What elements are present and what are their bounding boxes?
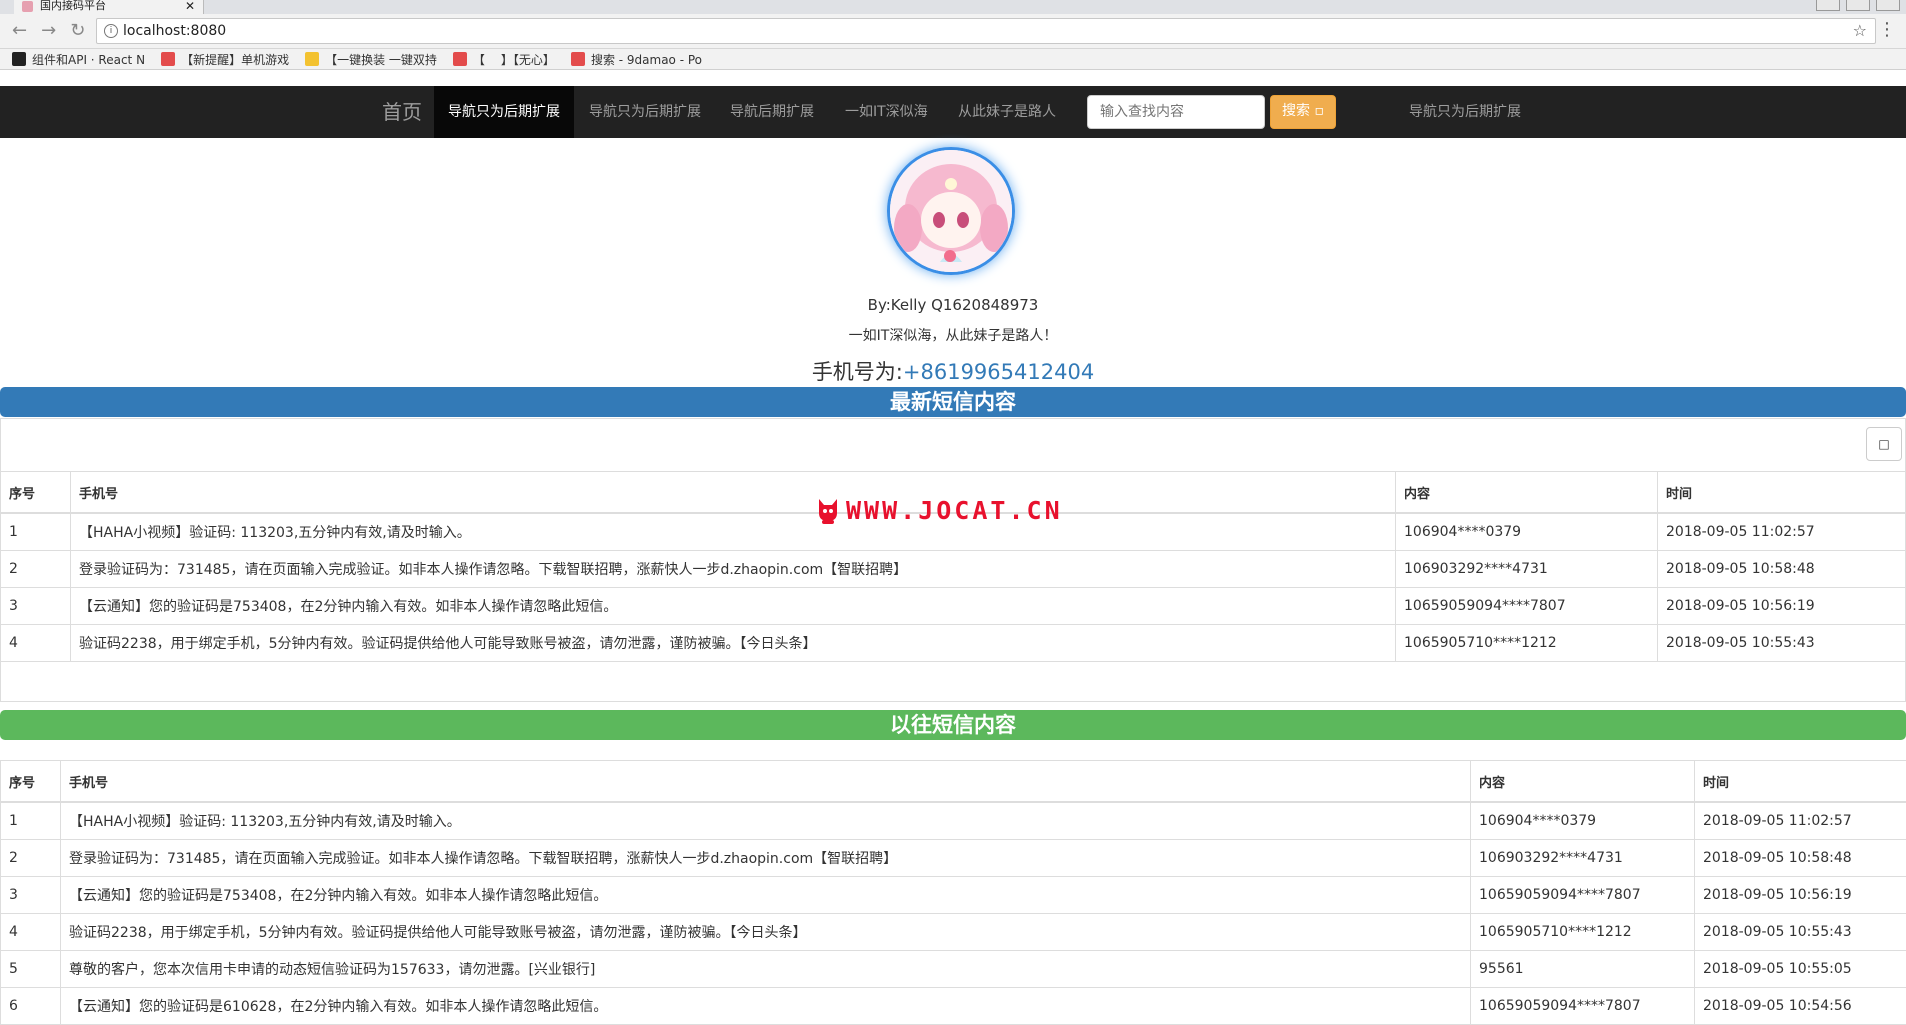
nav-item-5[interactable]: 从此妹子是路人 [944, 86, 1070, 138]
nav-item-1[interactable]: 导航只为后期扩展 [434, 86, 574, 138]
site-navbar: 首页 导航只为后期扩展 导航只为后期扩展 导航后期扩展 一如IT深似海 从此妹子… [0, 86, 1906, 138]
nav-brand-home[interactable]: 首页 [382, 86, 422, 138]
site-favicon-icon [22, 1, 33, 12]
row-index: 4 [1, 914, 61, 951]
table-row: 2 登录验证码为：731485，请在页面输入完成验证。如非本人操作请忽略。下载智… [1, 840, 1906, 877]
motto-text: 一如IT深似海，从此妹子是路人！ [0, 325, 1906, 345]
sender-number: 106904****0379 [1471, 802, 1695, 840]
bookmark-item[interactable]: 组件和API · React N [12, 51, 145, 68]
info-icon[interactable]: i [104, 24, 118, 38]
sms-content: 【云通知】您的验证码是610628，在2分钟内输入有效。如非本人操作请忽略此短信… [61, 988, 1471, 1025]
minimize-icon[interactable] [1816, 0, 1840, 11]
maximize-icon[interactable] [1846, 0, 1870, 11]
sms-time: 2018-09-05 11:02:57 [1695, 802, 1906, 840]
window-controls [1816, 0, 1900, 11]
column-header[interactable]: 内容 [1471, 761, 1695, 803]
sms-content: 尊敬的客户，您本次信用卡申请的动态短信验证码为157633，请勿泄露。[兴业银行… [61, 951, 1471, 988]
cat-logo-icon [816, 495, 840, 525]
address-bar-row: ← → ↻ i localhost:8080 ☆ ⋮ [0, 14, 1906, 49]
sender-number: 95561 [1471, 951, 1695, 988]
avatar [887, 147, 1015, 275]
cat-favicon-icon [571, 52, 585, 66]
tab-title: 国内接码平台 [40, 0, 106, 12]
close-window-icon[interactable] [1876, 0, 1900, 11]
browser-menu-icon[interactable]: ⋮ [1878, 19, 1896, 40]
anime-avatar-icon [890, 150, 1012, 272]
row-index: 5 [1, 951, 61, 988]
search-button[interactable]: 搜索 ▫ [1270, 95, 1336, 129]
bookmark-item[interactable]: 【 [453, 51, 485, 68]
phone-line: 手机号为:+8619965412404 [0, 356, 1906, 386]
react-favicon-icon [12, 52, 26, 66]
sms-content: 【云通知】您的验证码是753408，在2分钟内输入有效。如非本人操作请忽略此短信… [61, 877, 1471, 914]
latest-sms-header: 最新短信内容 [0, 387, 1906, 417]
browser-tab-strip: 国内接码平台 ✕ [0, 0, 1906, 14]
close-tab-icon[interactable]: ✕ [185, 0, 195, 12]
table-row: 1 【HAHA小视频】验证码: 113203,五分钟内有效,请及时输入。 106… [1, 802, 1906, 840]
sms-content: 【HAHA小视频】验证码: 113203,五分钟内有效,请及时输入。 [61, 802, 1471, 840]
sender-number: 1065905710****1212 [1471, 914, 1695, 951]
table-row: 6 【云通知】您的验证码是610628，在2分钟内输入有效。如非本人操作请忽略此… [1, 988, 1906, 1025]
sms-time: 2018-09-05 10:56:19 [1695, 877, 1906, 914]
table-row: 3 【云通知】您的验证码是753408，在2分钟内输入有效。如非本人操作请忽略此… [1, 877, 1906, 914]
bookmarks-bar: 组件和API · React N 【新提醒】单机游戏 【一键换装 一键双持 【 … [0, 49, 1906, 70]
nav-item-right[interactable]: 导航只为后期扩展 [1395, 86, 1535, 138]
history-sms-header: 以往短信内容 [0, 710, 1906, 740]
sms-time: 2018-09-05 10:55:05 [1695, 951, 1906, 988]
column-header[interactable]: 时间 [1695, 761, 1906, 803]
sender-number: 106903292****4731 [1471, 840, 1695, 877]
table-header-row: 序号 手机号 内容 时间 [1, 761, 1906, 803]
bookmark-star-icon[interactable]: ☆ [1853, 19, 1867, 43]
nav-item-3[interactable]: 导航后期扩展 [716, 86, 828, 138]
sms-content: 登录验证码为：731485，请在页面输入完成验证。如非本人操作请忽略。下载智联招… [61, 840, 1471, 877]
nav-item-4[interactable]: 一如IT深似海 [831, 86, 942, 138]
bookmark-item[interactable]: 【一键换装 一键双持 [305, 51, 437, 68]
row-index: 1 [1, 802, 61, 840]
table-row: 4 验证码2238，用于绑定手机，5分钟内有效。验证码提供给他人可能导致账号被盗… [1, 914, 1906, 951]
watermark-text: WWW.JOCAT.CN [846, 496, 1063, 525]
history-sms-table: 序号 手机号 内容 时间 1 【HAHA小视频】验证码: 113203,五分钟内… [0, 760, 1906, 1025]
sender-number: 10659059094****7807 [1471, 988, 1695, 1025]
sender-number: 10659059094****7807 [1471, 877, 1695, 914]
bookmark-item[interactable]: 【新提醒】单机游戏 [161, 51, 289, 68]
url-input[interactable]: i localhost:8080 ☆ [96, 18, 1876, 44]
nav-item-2[interactable]: 导航只为后期扩展 [575, 86, 715, 138]
bookmark-item[interactable]: 】【无心】 [501, 51, 555, 68]
table-row: 5 尊敬的客户，您本次信用卡申请的动态短信验证码为157633，请勿泄露。[兴业… [1, 951, 1906, 988]
cat-favicon-icon [161, 52, 175, 66]
search-input[interactable] [1087, 95, 1265, 129]
column-header[interactable]: 序号 [1, 761, 61, 803]
cat-favicon-icon [453, 52, 467, 66]
reload-icon[interactable]: ↻ [70, 20, 85, 41]
back-icon[interactable]: ← [12, 20, 27, 41]
author-byline: By:Kelly Q1620848973 [0, 296, 1906, 314]
sms-time: 2018-09-05 10:58:48 [1695, 840, 1906, 877]
trophy-favicon-icon [305, 52, 319, 66]
sms-content: 验证码2238，用于绑定手机，5分钟内有效。验证码提供给他人可能导致账号被盗，请… [61, 914, 1471, 951]
phone-label: 手机号为: [812, 360, 903, 384]
row-index: 3 [1, 877, 61, 914]
latest-table-panel [0, 418, 1906, 702]
phone-number: +8619965412404 [903, 360, 1094, 384]
row-index: 6 [1, 988, 61, 1025]
row-index: 2 [1, 840, 61, 877]
sms-time: 2018-09-05 10:54:56 [1695, 988, 1906, 1025]
forward-icon[interactable]: → [41, 20, 56, 41]
bookmark-item[interactable]: 搜索 - 9damao - Po [571, 51, 702, 68]
browser-tab[interactable]: 国内接码平台 ✕ [14, 0, 204, 14]
sms-time: 2018-09-05 10:55:43 [1695, 914, 1906, 951]
column-header[interactable]: 手机号 [61, 761, 1471, 803]
watermark: WWW.JOCAT.CN [816, 495, 1063, 525]
url-text: localhost:8080 [123, 23, 226, 39]
